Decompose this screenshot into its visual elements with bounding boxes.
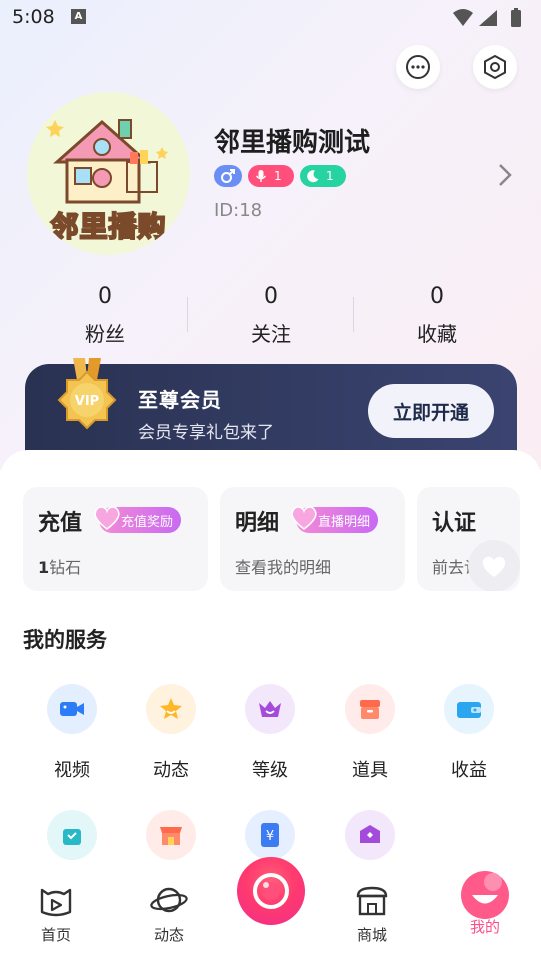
- video-camera-icon: [47, 684, 97, 734]
- status-bar: 5:08 A: [0, 0, 541, 36]
- user-level-badge: 1: [300, 165, 346, 187]
- signal-icon: [479, 10, 497, 26]
- planet-icon: [150, 887, 188, 913]
- nav-me[interactable]: 我的: [440, 871, 530, 937]
- vip-medal-text: VIP: [75, 394, 99, 409]
- service-earnings[interactable]: 收益: [424, 684, 514, 782]
- username: 邻里播购测试: [214, 128, 371, 158]
- shop-icon: [146, 810, 196, 860]
- nav-label: 动态: [153, 926, 184, 944]
- stat-favorites[interactable]: 0 收藏: [362, 283, 512, 347]
- wifi-icon: [453, 9, 473, 26]
- service-coupon[interactable]: ¥: [225, 810, 315, 860]
- wallet-icon: [444, 684, 494, 734]
- stat-label: 粉丝: [85, 322, 125, 346]
- moon-icon: [307, 170, 319, 183]
- battery-icon: [511, 10, 521, 27]
- avatar-logo-text: 邻里播购: [49, 209, 167, 244]
- shopping-bag-icon: [47, 810, 97, 860]
- heart-icon: [291, 506, 317, 530]
- card-title: 认证: [432, 511, 477, 536]
- service-moments[interactable]: 动态: [126, 684, 216, 782]
- diamond-count: 1: [38, 558, 50, 577]
- chat-bubble-icon: [406, 55, 430, 79]
- card-title: 充值: [38, 511, 83, 536]
- settings-button[interactable]: [473, 45, 517, 89]
- vip-banner[interactable]: VIP 至尊会员 会员专享礼包来了 立即开通: [25, 358, 517, 452]
- box-icon: [345, 684, 395, 734]
- live-details-tag: 直播明细: [291, 506, 379, 533]
- stat-fans[interactable]: 0 粉丝: [30, 283, 180, 347]
- service-video[interactable]: 视频: [27, 684, 117, 782]
- anchor-level-value: 1: [274, 169, 282, 183]
- card-subtitle: 查看我的明细: [235, 558, 332, 577]
- service-orders[interactable]: [27, 810, 117, 860]
- service-family[interactable]: [325, 810, 415, 860]
- home-badge-icon: [345, 810, 395, 860]
- vip-medal-icon: VIP: [57, 358, 117, 430]
- vip-subtitle: 会员专享礼包来了: [138, 423, 274, 443]
- verify-card[interactable]: 认证 前去认证: [417, 487, 520, 591]
- diamond-label: 钻石: [49, 558, 82, 577]
- vip-title: 至尊会员: [138, 388, 222, 412]
- user-level-value: 1: [326, 169, 334, 183]
- card-subtitle: 1钻石: [38, 554, 81, 578]
- notification-icon: A: [71, 9, 86, 24]
- recharge-card[interactable]: 充值 充值奖励 1钻石: [23, 487, 208, 591]
- status-time: 5:08: [12, 6, 55, 28]
- service-label: 收益: [451, 760, 487, 781]
- mic-icon: [255, 170, 267, 182]
- nav-home[interactable]: 首页: [11, 884, 101, 945]
- crown-icon: [245, 684, 295, 734]
- male-icon: [221, 169, 235, 183]
- card-title: 明细: [235, 511, 280, 536]
- star-icon: [146, 684, 196, 734]
- service-label: 动态: [153, 760, 189, 781]
- live-camera-icon: [253, 873, 289, 909]
- svg-text:¥: ¥: [266, 829, 274, 844]
- vip-open-button[interactable]: 立即开通: [368, 384, 494, 438]
- tag-text: 直播明细: [318, 514, 371, 530]
- yen-ticket-icon: ¥: [245, 810, 295, 860]
- stat-count: 0: [430, 284, 444, 309]
- service-level[interactable]: 等级: [225, 684, 315, 782]
- stat-label: 收藏: [417, 322, 457, 346]
- mall-icon: [356, 886, 388, 916]
- divider: [187, 297, 188, 332]
- anchor-level-badge: 1: [248, 165, 294, 187]
- recharge-reward-tag: 充值奖励: [94, 506, 182, 533]
- service-shop[interactable]: [126, 810, 216, 860]
- service-label: 等级: [252, 760, 288, 781]
- service-label: 视频: [54, 760, 90, 781]
- smile-face-icon: [461, 871, 509, 919]
- nav-mall[interactable]: 商城: [327, 884, 417, 945]
- nav-label: 我的: [469, 918, 500, 936]
- heart-badge-icon: [468, 540, 520, 591]
- services-title: 我的服务: [23, 628, 107, 652]
- live-start-button[interactable]: [237, 857, 305, 925]
- nav-label: 首页: [40, 926, 71, 944]
- details-card[interactable]: 明细 直播明细 查看我的明细: [220, 487, 405, 591]
- status-icons: [453, 8, 521, 27]
- chevron-right-icon[interactable]: [497, 162, 513, 188]
- stat-count: 0: [264, 284, 278, 309]
- hexagon-settings-icon: [484, 54, 506, 80]
- stat-label: 关注: [251, 322, 291, 346]
- home-icon: [40, 888, 72, 917]
- heart-icon: [94, 506, 120, 530]
- gender-badge: [214, 165, 242, 187]
- badge-row: 1 1: [214, 165, 346, 189]
- stat-count: 0: [98, 284, 112, 309]
- service-label: 道具: [352, 760, 388, 781]
- avatar[interactable]: 邻里播购: [27, 92, 190, 255]
- user-id: ID:18: [214, 200, 263, 221]
- stat-following[interactable]: 0 关注: [196, 283, 346, 347]
- nav-moments[interactable]: 动态: [124, 884, 214, 945]
- divider: [353, 297, 354, 332]
- tag-text: 充值奖励: [121, 514, 174, 530]
- message-button[interactable]: [396, 45, 440, 89]
- service-props[interactable]: 道具: [325, 684, 415, 782]
- nav-label: 商城: [356, 926, 387, 944]
